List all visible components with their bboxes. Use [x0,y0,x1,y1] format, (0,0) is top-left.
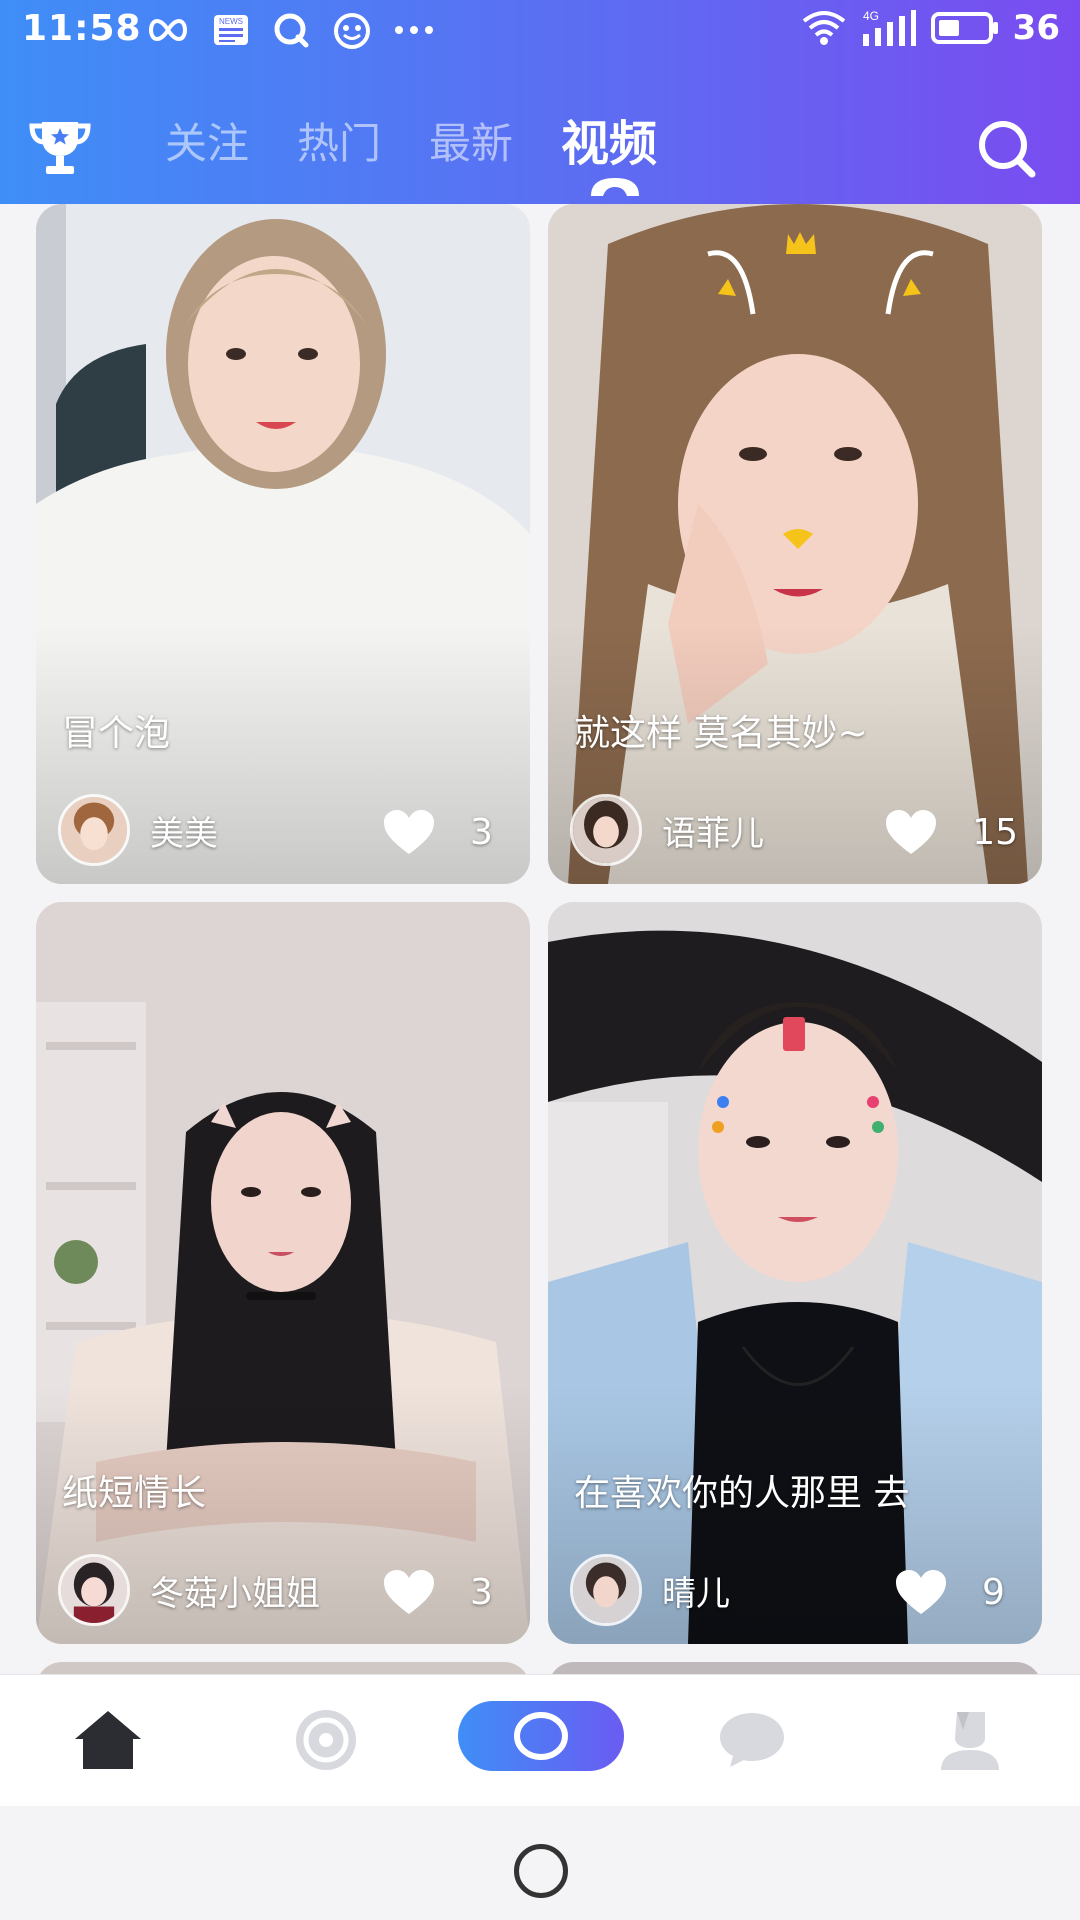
top-tabs: 关注 热门 最新 视频 [165,116,657,196]
heart-icon[interactable] [382,808,436,856]
tab-bar: 关注 热门 最新 视频 [0,110,1080,200]
tab-video[interactable]: 视频 [561,116,657,196]
tab-follow[interactable]: 关注 [165,116,249,172]
video-title: 就这样 莫名其妙~ [574,713,868,754]
video-card[interactable]: 冒个泡 美美 3 [36,204,530,884]
avatar[interactable] [570,794,642,866]
card-user[interactable]: 晴儿 [570,1554,730,1626]
video-title: 冒个泡 [62,713,171,754]
news-icon: NEWS [214,15,248,45]
nav-discover[interactable] [286,1705,366,1775]
likes[interactable]: 3 [382,1568,506,1616]
like-count: 15 [972,811,1018,853]
svg-text:4G: 4G [863,9,879,23]
emoji-icon [334,13,370,49]
avatar[interactable] [58,1554,130,1626]
status-icons-right: 4G 36 [801,8,1060,48]
video-title: 在喜欢你的人那里 去 [574,1473,910,1514]
card-user[interactable]: 冬菇小姐姐 [58,1554,320,1626]
username: 语菲儿 [662,813,764,854]
more-dots-icon [395,26,433,34]
video-card[interactable]: 就这样 莫名其妙~ 语菲儿 15 [548,204,1042,884]
live-icon [514,1712,568,1760]
svg-text:NEWS: NEWS [219,17,243,26]
likes[interactable]: 9 [894,1568,1018,1616]
chat-bubble-q-icon [274,13,309,48]
bottom-nav [0,1674,1080,1806]
status-bar: 11:58 NEWS 4G 36 [0,0,1080,60]
battery-icon [930,12,998,44]
tab-hot[interactable]: 热门 [297,116,381,172]
likes[interactable]: 15 [884,808,1018,856]
app-screen: 11:58 NEWS 4G 36 关注 热门 最新 视频 冒个泡 美美 3 就这… [0,0,1080,1920]
heart-icon[interactable] [884,808,938,856]
username: 晴儿 [662,1573,730,1614]
wifi-icon [802,11,845,45]
system-nav-bar [0,1806,1080,1920]
heart-icon[interactable] [382,1568,436,1616]
trophy-icon[interactable] [28,116,92,180]
active-tab-indicator-icon [591,178,640,196]
video-card-peek[interactable] [548,1662,1042,1674]
discover-icon [296,1710,356,1770]
username: 美美 [150,813,218,854]
nav-profile[interactable] [930,1705,1010,1775]
like-count: 3 [470,811,493,853]
avatar[interactable] [570,1554,642,1626]
nav-live[interactable] [458,1701,624,1771]
video-title: 纸短情长 [62,1473,207,1514]
signal-icon: 4G [862,9,916,46]
video-card[interactable]: 在喜欢你的人那里 去 晴儿 9 [548,902,1042,1644]
card-user[interactable]: 语菲儿 [570,794,764,866]
video-card-peek[interactable] [36,1662,530,1674]
avatar[interactable] [58,794,130,866]
nav-home[interactable] [68,1705,148,1775]
search-icon[interactable] [974,116,1040,182]
home-icon [75,1711,141,1769]
system-home-button[interactable] [514,1844,568,1898]
like-count: 9 [982,1571,1005,1613]
tab-latest[interactable]: 最新 [429,116,513,172]
loop-icon [149,18,187,42]
message-icon [720,1713,784,1767]
status-icons-left: NEWS [146,10,434,50]
heart-icon[interactable] [894,1568,948,1616]
battery-percent: 36 [1012,8,1060,48]
username: 冬菇小姐姐 [150,1573,320,1614]
header: 11:58 NEWS 4G 36 关注 热门 最新 视频 [0,0,1080,204]
video-feed: 冒个泡 美美 3 就这样 莫名其妙~ 语菲儿 15 纸短情长 冬菇小姐姐 3 在… [0,204,1080,1674]
video-card[interactable]: 纸短情长 冬菇小姐姐 3 [36,902,530,1644]
card-user[interactable]: 美美 [58,794,218,866]
likes[interactable]: 3 [382,808,506,856]
like-count: 3 [470,1571,493,1613]
status-time: 11:58 [22,8,142,49]
nav-message[interactable] [712,1705,792,1775]
profile-icon [941,1712,999,1770]
